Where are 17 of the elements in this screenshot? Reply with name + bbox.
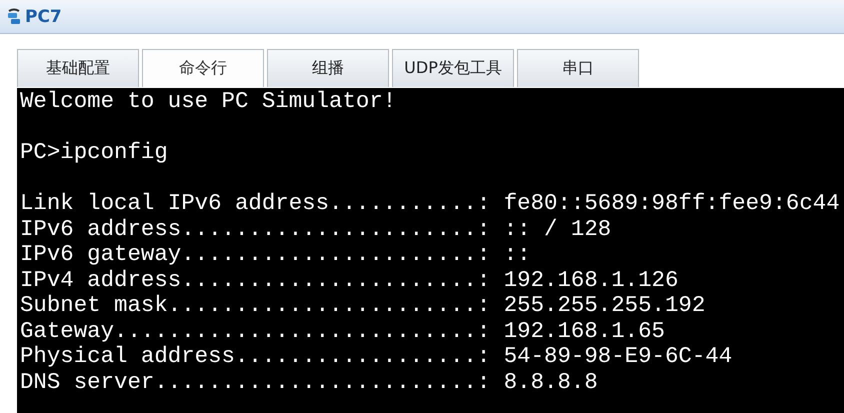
console-line: IPv4 address......................: 192.168.1.126: [20, 268, 680, 293]
tab[interactable]: 命令行: [142, 49, 264, 87]
app-icon: [6, 8, 22, 26]
window-title: PC7: [25, 6, 62, 26]
console-line: Subnet mask.......................: 255.255.255.192: [20, 293, 706, 318]
tab[interactable]: 串口: [517, 49, 639, 87]
console-line: Physical address..................: 54-89-98-E9-6C-44: [20, 344, 734, 370]
console-line: IPv6 address......................: :: / 128: [20, 216, 612, 242]
console-line: PC>ipconfig: [20, 140, 169, 166]
console-line: Welcome to use PC Simulator!: [20, 89, 398, 114]
console-line: DNS server........................: 8.8.8.8: [20, 370, 599, 395]
console-line: Link local IPv6 address...........: fe80::5689:98ff:fee9:6c44: [20, 191, 841, 216]
tab[interactable]: 组播: [267, 49, 389, 87]
console-line: Gateway...........................: 192.168.1.65: [20, 318, 666, 344]
tab[interactable]: 基础配置: [17, 49, 139, 87]
console-line: IPv6 gateway......................: ::: [20, 242, 532, 268]
tab[interactable]: UDP发包工具: [392, 49, 514, 87]
